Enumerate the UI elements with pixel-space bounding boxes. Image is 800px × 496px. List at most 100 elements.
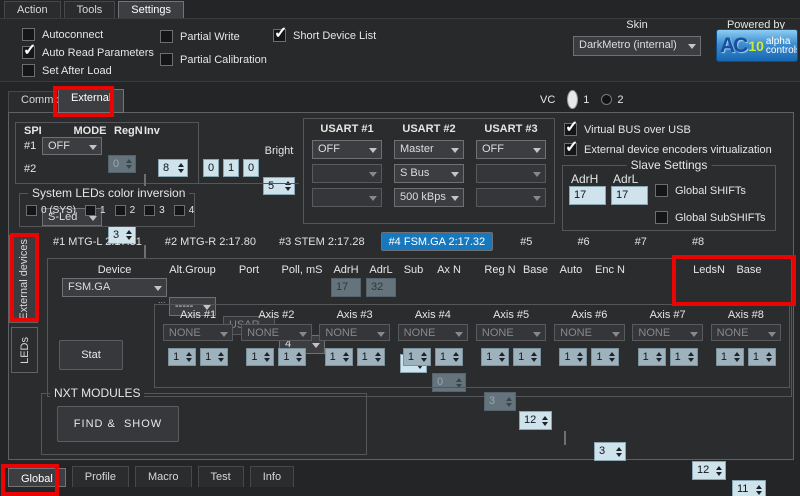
axis-1-spinner-a[interactable]: 1 (168, 348, 196, 366)
usart1-select-3[interactable] (312, 188, 382, 207)
tab-test[interactable]: Test (198, 466, 244, 487)
led-inv-2-checkbox[interactable]: 2 (115, 205, 136, 216)
stat-button[interactable]: Stat (59, 340, 123, 370)
tab-global[interactable]: Global (8, 468, 66, 487)
axis-2-spinner-b[interactable]: 1 (278, 348, 306, 366)
device-select[interactable]: FSM.GA (62, 278, 167, 297)
checkbox-short-device-list[interactable]: Short Device List (273, 29, 376, 42)
tab-external[interactable]: External (58, 89, 124, 113)
auto-checkbox[interactable] (564, 431, 566, 445)
logo-version-text: 10 (748, 38, 764, 54)
usart1-select-1[interactable]: OFF (312, 140, 382, 159)
find-show-button[interactable]: FIND & SHOW (57, 406, 179, 442)
checkbox-label: 4 (189, 205, 195, 216)
device-tab-3[interactable]: #3 STEM 2:17.28 (272, 233, 372, 251)
leds-base-spinner[interactable]: 11 (732, 480, 766, 496)
device-tab-4[interactable]: #4 FSM.GA 2:17.32 (381, 232, 494, 251)
spi-digit-1[interactable]: 1 (223, 159, 239, 177)
axis-5-spinner-b[interactable]: 1 (513, 348, 541, 366)
side-tab-external-devices[interactable]: External devices (9, 235, 38, 323)
checkbox-global-subshifts[interactable]: Global SubSHIFTs (655, 211, 765, 224)
logo-words: alpha controls (766, 37, 798, 55)
checkbox-partial-write[interactable]: Partial Write (160, 30, 267, 43)
base-spinner[interactable]: 12 (519, 411, 552, 430)
axis-5-spinner-a[interactable]: 1 (481, 348, 509, 366)
axis-4-spinner-a[interactable]: 1 (403, 348, 431, 366)
axis-7-spinner-b[interactable]: 1 (670, 348, 698, 366)
slave-adrl-field[interactable]: 17 (611, 186, 648, 205)
device-tab-5[interactable]: #5 (502, 233, 550, 251)
axis-2-select[interactable]: NONE (241, 324, 311, 341)
axis-5-select[interactable]: NONE (476, 324, 546, 341)
axis-3-spinner-b[interactable]: 1 (357, 348, 385, 366)
led-inv-1-checkbox[interactable]: 1 (85, 205, 106, 216)
usart3-select-1[interactable]: OFF (476, 140, 546, 159)
vc-option-2[interactable]: 2 (601, 94, 623, 106)
usart3-select-2[interactable] (476, 164, 546, 183)
checkbox-virtual-bus[interactable]: Virtual BUS over USB (564, 123, 691, 136)
select-value: NONE (638, 327, 687, 339)
bright-spinner[interactable]: 5 (263, 177, 295, 195)
usart2-select-2[interactable]: S Bus (394, 164, 464, 183)
led-inv-3-checkbox[interactable]: 3 (144, 205, 165, 216)
axis-6-select[interactable]: NONE (554, 324, 624, 341)
device-tab-6[interactable]: #6 (559, 233, 607, 251)
axis-8-spinner-a[interactable]: 1 (716, 348, 744, 366)
vc-option-1[interactable]: 1 (567, 90, 589, 109)
axis-4-spinner-b[interactable]: 1 (435, 348, 463, 366)
usart2-select-1[interactable]: Master (394, 140, 464, 159)
checkbox-encoders-virtualization[interactable]: External device encoders virtualization (564, 143, 772, 156)
axis-1-select[interactable]: NONE (163, 324, 233, 341)
spi-digit-0[interactable]: 0 (203, 159, 219, 177)
logo-ac-text: AC (720, 34, 746, 58)
led-inv-4-checkbox[interactable]: 4 (174, 205, 195, 216)
checkbox-auto-read-parameters[interactable]: Auto Read Parameters (22, 46, 154, 59)
slave-adrh-field[interactable]: 17 (569, 186, 606, 205)
usart2-select-3[interactable]: 500 kBps (394, 188, 464, 207)
axis-2-spinner-a[interactable]: 1 (246, 348, 274, 366)
axis-8-select[interactable]: NONE (711, 324, 781, 341)
checkbox-partial-calibration[interactable]: Partial Calibration (160, 53, 267, 66)
checkbox-autoconnect[interactable]: Autoconnect (22, 28, 154, 41)
skin-select[interactable]: DarkMetro (internal) (573, 36, 701, 56)
led-inv-0-checkbox[interactable]: 0 (SYS) (26, 205, 76, 216)
tab-macro[interactable]: Macro (135, 466, 192, 487)
checkbox-icon (655, 184, 668, 197)
chevron-down-icon (612, 332, 620, 337)
spi1-mode-select[interactable]: OFF (42, 137, 102, 155)
ledsn-spinner[interactable]: 12 (692, 461, 726, 480)
axis-1-spinner-b[interactable]: 1 (200, 348, 228, 366)
chevron-down-icon (533, 196, 541, 201)
tab-profile[interactable]: Profile (72, 466, 129, 487)
usart3-select-3[interactable] (476, 188, 546, 207)
device-tab-7[interactable]: #7 (617, 233, 665, 251)
regn-param-spinner[interactable]: 3 (484, 392, 516, 411)
axis-8-spinner-b[interactable]: 1 (748, 348, 776, 366)
device-tab-8[interactable]: #8 (674, 233, 722, 251)
axis-7-spinner-a[interactable]: 1 (638, 348, 666, 366)
device-tab-1[interactable]: #1 MTG-L 2:17.81 (46, 233, 149, 251)
axis-7-select[interactable]: NONE (632, 324, 702, 341)
sub-label: Sub (400, 264, 427, 276)
encn-spinner[interactable]: 3 (594, 442, 626, 461)
axis-6-spinner-a[interactable]: 1 (559, 348, 587, 366)
checkbox-label: Global SHIFTs (675, 185, 746, 197)
device-tab-2[interactable]: #2 MTG-R 2:17.80 (158, 233, 263, 251)
checkbox-global-shifts[interactable]: Global SHIFTs (655, 184, 746, 197)
spi2-extra-spinner[interactable]: 8 (158, 159, 188, 177)
checkbox-set-after-load[interactable]: Set After Load (22, 64, 154, 77)
axis-6-spinner-b[interactable]: 1 (591, 348, 619, 366)
spi-digit-2[interactable]: 0 (243, 159, 259, 177)
tab-info[interactable]: Info (250, 466, 294, 487)
spi1-regn-spinner[interactable]: 0 (108, 155, 136, 173)
axis-4-select[interactable]: NONE (398, 324, 468, 341)
spinner-arrows-icon (541, 414, 549, 427)
usart1-select-2[interactable] (312, 164, 382, 183)
axis-3-select[interactable]: NONE (319, 324, 389, 341)
side-tab-leds[interactable]: LEDs (11, 327, 38, 373)
spin-value: 12 (524, 414, 536, 426)
chevron-down-icon (369, 196, 377, 201)
chevron-down-icon (369, 148, 377, 153)
spinner-arrows-icon (284, 180, 292, 192)
axis-3-spinner-a[interactable]: 1 (325, 348, 353, 366)
